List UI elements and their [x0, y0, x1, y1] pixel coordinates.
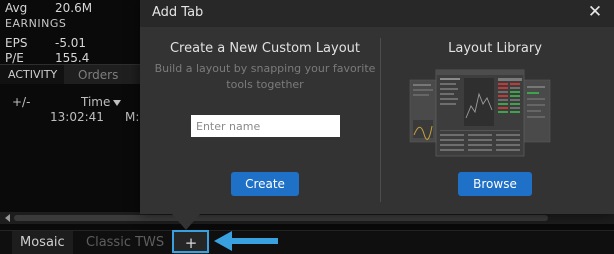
tab-mosaic[interactable]: Mosaic [12, 231, 73, 254]
section-divider [380, 38, 381, 202]
workspace-tab-bar: Mosaic Classic TWS + [0, 230, 614, 254]
add-tab-dialog: Add Tab ✕ Create a New Custom Layout Bui… [140, 0, 614, 214]
table-cell-extra: M: [125, 110, 140, 124]
stat-earnings-label: EARNINGS [5, 17, 67, 30]
activity-table: +/- Time 13:02:41 M: [0, 84, 140, 212]
column-header-time[interactable]: Time [81, 95, 122, 109]
close-icon[interactable]: ✕ [586, 3, 604, 21]
create-button[interactable]: Create [231, 172, 299, 196]
stat-eps: EPS -5.01 [5, 36, 87, 50]
scroll-left-icon[interactable] [5, 214, 10, 222]
scrollbar-thumb[interactable] [14, 215, 548, 221]
plus-icon: + [184, 234, 198, 252]
layout-library-preview-image [409, 69, 551, 157]
stat-pe: P/E 155.4 [5, 51, 90, 64]
tab-activity[interactable]: ACTIVITY [0, 65, 64, 85]
layout-library-title: Layout Library [448, 41, 542, 56]
tab-orders[interactable]: Orders [78, 65, 118, 85]
dialog-title: Add Tab [152, 5, 204, 20]
quote-stats-panel: Avg 20.6M EARNINGS EPS -5.01 P/E 155.4 [0, 0, 140, 64]
layout-name-input[interactable] [191, 115, 340, 137]
add-tab-button[interactable]: + [174, 231, 208, 254]
tab-classic-tws[interactable]: Classic TWS [78, 231, 172, 254]
panel-tab-strip: ACTIVITY Orders [0, 64, 140, 85]
sort-down-icon [113, 99, 122, 106]
table-cell-time: 13:02:41 [50, 110, 104, 124]
dialog-header: Add Tab ✕ [140, 0, 614, 27]
column-header-change[interactable]: +/- [12, 95, 30, 109]
browse-button[interactable]: Browse [458, 172, 532, 196]
stat-avg: Avg 20.6M [5, 1, 93, 15]
arrow-left-icon [214, 231, 278, 251]
create-layout-title: Create a New Custom Layout [169, 41, 361, 56]
create-layout-description: Build a layout by snapping your favorite… [154, 62, 376, 91]
dialog-pointer [172, 214, 200, 230]
